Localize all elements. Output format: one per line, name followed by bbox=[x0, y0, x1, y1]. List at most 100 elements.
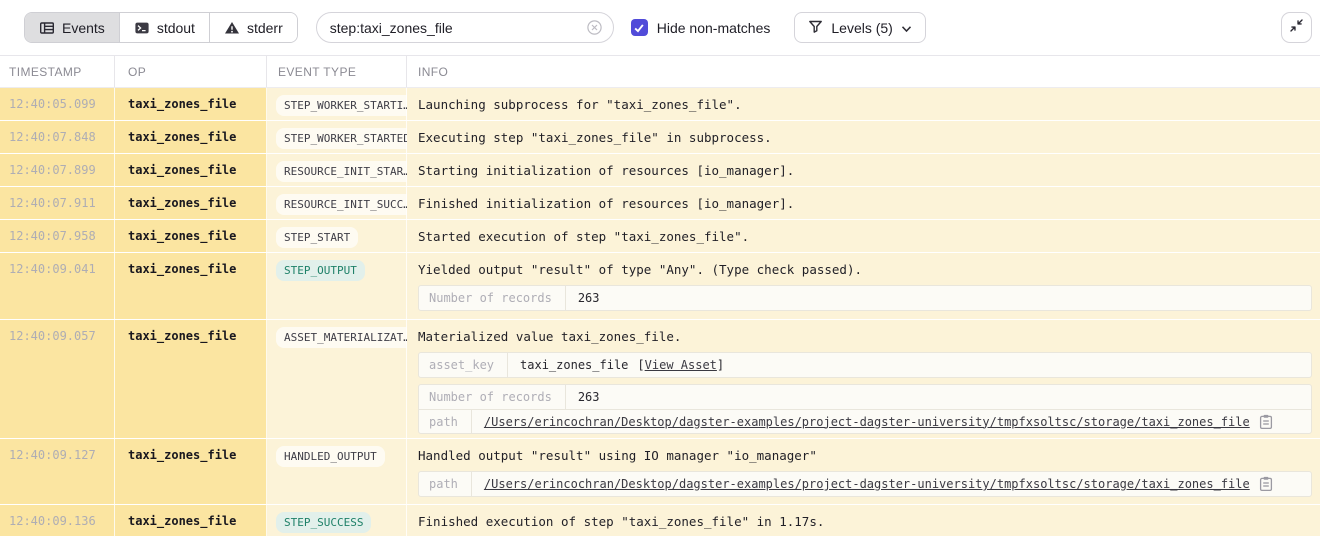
run-logs-panel: Events stdout bbox=[0, 0, 1320, 543]
metadata-value: 263 bbox=[566, 291, 612, 305]
info-text: Handled output "result" using IO manager… bbox=[418, 448, 1312, 463]
metadata-value: /Users/erincochran/Desktop/dagster-examp… bbox=[472, 414, 1285, 430]
info-text: Materialized value taxi_zones_file. bbox=[418, 329, 1312, 344]
terminal-icon bbox=[134, 20, 150, 36]
view-asset-link[interactable]: View Asset bbox=[645, 358, 717, 372]
timestamp-cell: 12:40:09.057 bbox=[0, 320, 115, 438]
table-row[interactable]: 12:40:09.127 taxi_zones_file HANDLED_OUT… bbox=[0, 439, 1320, 505]
levels-label: Levels (5) bbox=[831, 20, 892, 36]
metadata-table-asset-key: asset_key taxi_zones_file [View Asset] bbox=[418, 352, 1312, 378]
copy-path-icon[interactable] bbox=[1259, 414, 1273, 430]
column-header-event-type: EVENT TYPE bbox=[267, 56, 407, 87]
tab-events[interactable]: Events bbox=[25, 13, 119, 42]
op-cell: taxi_zones_file bbox=[115, 88, 267, 120]
path-link[interactable]: /Users/erincochran/Desktop/dagster-examp… bbox=[484, 415, 1250, 429]
info-text: Started execution of step "taxi_zones_fi… bbox=[418, 229, 1312, 244]
event-type-badge: STEP_WORKER_STARTI… bbox=[276, 95, 418, 116]
log-toolbar: Events stdout bbox=[0, 0, 1320, 56]
clear-search-icon[interactable] bbox=[586, 19, 603, 36]
metadata-row-records: Number of records 263 bbox=[419, 385, 1311, 409]
event-type-badge: RESOURCE_INIT_STAR… bbox=[276, 161, 418, 182]
op-cell: taxi_zones_file bbox=[115, 220, 267, 252]
tab-stderr[interactable]: stderr bbox=[209, 13, 297, 42]
event-type-cell: STEP_START bbox=[267, 220, 407, 252]
info-cell: Executing step "taxi_zones_file" in subp… bbox=[407, 121, 1320, 153]
op-cell: taxi_zones_file bbox=[115, 253, 267, 319]
table-row[interactable]: 12:40:09.136 taxi_zones_file STEP_SUCCES… bbox=[0, 505, 1320, 537]
event-type-badge: STEP_OUTPUT bbox=[276, 260, 365, 281]
tab-stdout[interactable]: stdout bbox=[119, 13, 209, 42]
column-header-timestamp: TIMESTAMP bbox=[0, 56, 115, 87]
op-cell: taxi_zones_file bbox=[115, 320, 267, 438]
timestamp-cell: 12:40:07.911 bbox=[0, 187, 115, 219]
info-cell: Launching subprocess for "taxi_zones_fil… bbox=[407, 88, 1320, 120]
timestamp-cell: 12:40:09.136 bbox=[0, 505, 115, 536]
info-cell: Starting initialization of resources [io… bbox=[407, 154, 1320, 186]
metadata-row-records: Number of records 263 bbox=[419, 286, 1311, 310]
op-cell: taxi_zones_file bbox=[115, 505, 267, 536]
timestamp-cell: 12:40:05.099 bbox=[0, 88, 115, 120]
timestamp-cell: 12:40:09.127 bbox=[0, 439, 115, 504]
event-type-cell: STEP_OUTPUT bbox=[267, 253, 407, 319]
info-text: Launching subprocess for "taxi_zones_fil… bbox=[418, 97, 1312, 112]
op-cell: taxi_zones_file bbox=[115, 187, 267, 219]
metadata-row-asset-key: asset_key taxi_zones_file [View Asset] bbox=[419, 353, 1311, 377]
metadata-row-path: path /Users/erincochran/Desktop/dagster-… bbox=[419, 409, 1311, 433]
column-header-op: OP bbox=[115, 56, 267, 87]
metadata-key: path bbox=[419, 472, 472, 496]
info-cell: Started execution of step "taxi_zones_fi… bbox=[407, 220, 1320, 252]
bracket: [ bbox=[637, 358, 644, 372]
event-type-cell: RESOURCE_INIT_SUCC… bbox=[267, 187, 407, 219]
info-cell: Materialized value taxi_zones_file. asse… bbox=[407, 320, 1320, 438]
hide-non-matches-control: Hide non-matches bbox=[631, 19, 771, 36]
metadata-table: Number of records 263 bbox=[418, 285, 1312, 311]
metadata-table: Number of records 263 path /Users/erinco… bbox=[418, 384, 1312, 434]
info-cell: Finished initialization of resources [io… bbox=[407, 187, 1320, 219]
table-row[interactable]: 12:40:07.848 taxi_zones_file STEP_WORKER… bbox=[0, 121, 1320, 154]
bracket: ] bbox=[717, 358, 724, 372]
metadata-key: Number of records bbox=[419, 286, 566, 310]
view-asset-link-wrap: [View Asset] bbox=[637, 358, 724, 372]
warning-icon bbox=[224, 20, 240, 36]
event-type-badge: STEP_WORKER_STARTED bbox=[276, 128, 418, 149]
table-row[interactable]: 12:40:07.899 taxi_zones_file RESOURCE_IN… bbox=[0, 154, 1320, 187]
log-view-tabs: Events stdout bbox=[24, 12, 298, 43]
info-cell: Yielded output "result" of type "Any". (… bbox=[407, 253, 1320, 319]
path-link[interactable]: /Users/erincochran/Desktop/dagster-examp… bbox=[484, 477, 1250, 491]
event-type-badge: STEP_START bbox=[276, 227, 358, 248]
metadata-row-path: path /Users/erincochran/Desktop/dagster-… bbox=[419, 472, 1311, 496]
event-type-badge: RESOURCE_INIT_SUCC… bbox=[276, 194, 418, 215]
metadata-key: asset_key bbox=[419, 353, 508, 377]
collapse-panel-button[interactable] bbox=[1281, 12, 1312, 43]
search-input[interactable] bbox=[330, 20, 586, 36]
event-type-cell: HANDLED_OUTPUT bbox=[267, 439, 407, 504]
timestamp-cell: 12:40:07.848 bbox=[0, 121, 115, 153]
op-cell: taxi_zones_file bbox=[115, 121, 267, 153]
event-type-cell: RESOURCE_INIT_STAR… bbox=[267, 154, 407, 186]
event-type-badge: STEP_SUCCESS bbox=[276, 512, 371, 533]
log-table-header: TIMESTAMP OP EVENT TYPE INFO bbox=[0, 56, 1320, 88]
hide-non-matches-label: Hide non-matches bbox=[657, 20, 771, 36]
table-row[interactable]: 12:40:09.057 taxi_zones_file ASSET_MATER… bbox=[0, 320, 1320, 439]
levels-filter-button[interactable]: Levels (5) bbox=[794, 12, 925, 43]
table-row[interactable]: 12:40:05.099 taxi_zones_file STEP_WORKER… bbox=[0, 88, 1320, 121]
event-type-cell: ASSET_MATERIALIZAT… bbox=[267, 320, 407, 438]
metadata-value: 263 bbox=[566, 390, 612, 404]
column-header-info: INFO bbox=[407, 56, 1320, 87]
event-type-cell: STEP_WORKER_STARTI… bbox=[267, 88, 407, 120]
timestamp-cell: 12:40:09.041 bbox=[0, 253, 115, 319]
filter-funnel-icon bbox=[808, 19, 823, 37]
copy-path-icon[interactable] bbox=[1259, 476, 1273, 492]
table-row[interactable]: 12:40:07.958 taxi_zones_file STEP_START … bbox=[0, 220, 1320, 253]
table-row[interactable]: 12:40:07.911 taxi_zones_file RESOURCE_IN… bbox=[0, 187, 1320, 220]
metadata-value: /Users/erincochran/Desktop/dagster-examp… bbox=[472, 476, 1285, 492]
hide-non-matches-checkbox[interactable] bbox=[631, 19, 648, 36]
info-text: Starting initialization of resources [io… bbox=[418, 163, 1312, 178]
metadata-value: taxi_zones_file [View Asset] bbox=[508, 358, 736, 372]
info-text: Finished execution of step "taxi_zones_f… bbox=[418, 514, 1312, 529]
op-cell: taxi_zones_file bbox=[115, 154, 267, 186]
event-type-badge: ASSET_MATERIALIZAT… bbox=[276, 327, 418, 348]
table-row[interactable]: 12:40:09.041 taxi_zones_file STEP_OUTPUT… bbox=[0, 253, 1320, 320]
timestamp-cell: 12:40:07.958 bbox=[0, 220, 115, 252]
metadata-key: path bbox=[419, 410, 472, 433]
